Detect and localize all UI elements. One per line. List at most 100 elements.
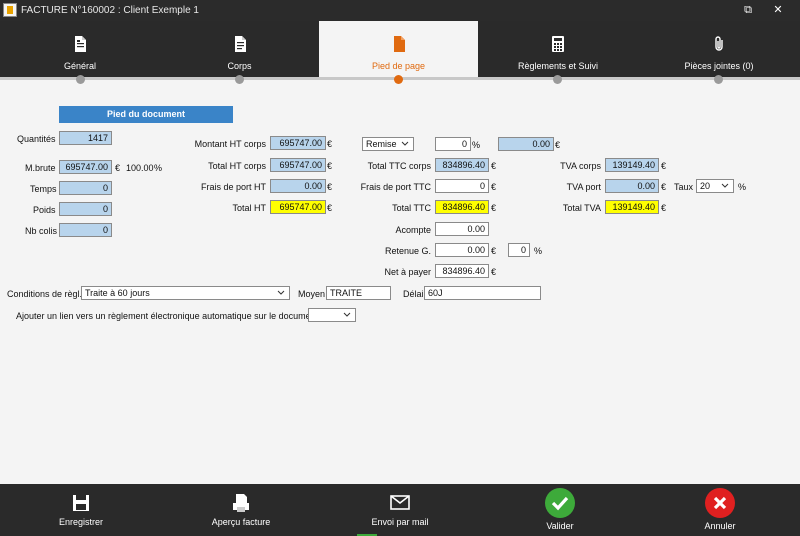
tab-pieces-jointes[interactable]: Pièces jointes (0) bbox=[638, 21, 800, 77]
main-content: Pied du document Quantités 1417 M.brute … bbox=[0, 87, 800, 484]
euro-unit: € bbox=[327, 203, 333, 213]
total-ttc-corps-label: Total TTC corps bbox=[367, 161, 431, 171]
tab-corps-label: Corps bbox=[227, 61, 252, 71]
frais-port-ht-label: Frais de port HT bbox=[200, 182, 266, 192]
apercu-label: Aperçu facture bbox=[211, 517, 271, 527]
total-ht-corps-field[interactable]: 695747.00 bbox=[270, 158, 326, 172]
lien-reglement-label: Ajouter un lien vers un règlement électr… bbox=[16, 311, 319, 321]
euro-unit: € bbox=[327, 182, 333, 192]
total-ttc-field[interactable]: 834896.40 bbox=[435, 200, 489, 214]
valider-label: Valider bbox=[546, 521, 574, 531]
delai-field[interactable]: 60J bbox=[424, 286, 541, 300]
frais-port-ht-field[interactable]: 0.00 bbox=[270, 179, 326, 193]
tab-pied-de-page-label: Pied de page bbox=[371, 61, 426, 71]
chevron-down-icon bbox=[277, 290, 285, 295]
taux-select-value: 20 bbox=[700, 181, 711, 191]
conditions-label: Conditions de règl. bbox=[7, 289, 83, 299]
document-filled-icon bbox=[393, 36, 405, 52]
tab-corps[interactable]: Corps bbox=[160, 21, 319, 77]
remise-select[interactable]: Remise bbox=[362, 137, 414, 151]
section-header: Pied du document bbox=[59, 106, 233, 123]
tab-reglements[interactable]: Règlements et Suivi bbox=[478, 21, 638, 77]
tab-bar: Général Corps Pied de page Règlements et… bbox=[0, 21, 800, 77]
euro-unit: € bbox=[491, 182, 497, 192]
nbcolis-field[interactable]: 0 bbox=[59, 223, 112, 237]
temps-field[interactable]: 0 bbox=[59, 181, 112, 195]
tab-reglements-label: Règlements et Suivi bbox=[517, 61, 599, 71]
retenue-field[interactable]: 0.00 bbox=[435, 243, 489, 257]
moyen-field[interactable]: TRAITE bbox=[326, 286, 391, 300]
euro-unit: € bbox=[555, 140, 561, 150]
temps-label: Temps bbox=[30, 184, 57, 194]
tva-port-field[interactable]: 0.00 bbox=[605, 179, 659, 193]
conditions-select[interactable]: Traite à 60 jours bbox=[81, 286, 290, 300]
montant-ht-corps-field[interactable]: 695747.00 bbox=[270, 136, 326, 150]
tva-port-label: TVA port bbox=[566, 182, 601, 192]
euro-unit: € bbox=[327, 161, 333, 171]
remise-percent-field[interactable]: 0 bbox=[435, 137, 471, 151]
delai-label: Délai bbox=[403, 289, 424, 299]
remise-select-value: Remise bbox=[366, 139, 397, 149]
total-ttc-corps-field[interactable]: 834896.40 bbox=[435, 158, 489, 172]
document-text-icon bbox=[234, 36, 246, 52]
euro-unit: € bbox=[491, 267, 497, 277]
percent-unit: % bbox=[472, 140, 481, 150]
retenue-label: Retenue G. bbox=[384, 246, 431, 256]
poids-field[interactable]: 0 bbox=[59, 202, 112, 216]
valider-button[interactable]: Valider bbox=[530, 484, 590, 536]
total-ht-label: Total HT bbox=[232, 203, 266, 213]
progress-dot bbox=[553, 75, 562, 84]
paperclip-icon bbox=[715, 36, 723, 51]
tab-general[interactable]: Général bbox=[0, 21, 160, 77]
tab-general-label: Général bbox=[63, 61, 97, 71]
quantites-field[interactable]: 1417 bbox=[59, 131, 112, 145]
euro-unit: € bbox=[661, 161, 667, 171]
annuler-button[interactable]: Annuler bbox=[690, 484, 750, 536]
net-a-payer-field[interactable]: 834896.40 bbox=[435, 264, 489, 278]
euro-unit: € bbox=[115, 163, 121, 173]
tab-pieces-jointes-label: Pièces jointes (0) bbox=[684, 61, 754, 71]
taux-label: Taux bbox=[674, 182, 694, 192]
document-lines-icon bbox=[75, 36, 86, 52]
mbrute-field[interactable]: 695747.00 bbox=[59, 160, 112, 174]
remise-amount-field[interactable]: 0.00 bbox=[498, 137, 554, 151]
montant-ht-corps-label: Montant HT corps bbox=[194, 139, 266, 149]
poids-label: Poids bbox=[33, 205, 56, 215]
tab-pied-de-page[interactable]: Pied de page bbox=[319, 21, 478, 77]
percent-unit: % bbox=[738, 182, 747, 192]
app-logo-icon bbox=[3, 3, 17, 17]
total-ht-field[interactable]: 695747.00 bbox=[270, 200, 326, 214]
close-button[interactable]: ✕ bbox=[765, 2, 791, 18]
cancel-x-icon bbox=[705, 488, 735, 518]
retenue-percent-field[interactable]: 0 bbox=[508, 243, 530, 257]
lien-reglement-select[interactable] bbox=[308, 308, 356, 322]
calculator-icon bbox=[552, 36, 564, 52]
tva-corps-field[interactable]: 139149.40 bbox=[605, 158, 659, 172]
euro-unit: € bbox=[327, 139, 333, 149]
acompte-label: Acompte bbox=[395, 225, 431, 235]
taux-select[interactable]: 20 bbox=[696, 179, 734, 193]
save-icon bbox=[73, 495, 89, 511]
percent-unit: % bbox=[534, 246, 543, 256]
window-title: FACTURE N°160002 : Client Exemple 1 bbox=[21, 5, 199, 16]
euro-unit: € bbox=[491, 246, 497, 256]
euro-unit: € bbox=[661, 203, 667, 213]
restore-button[interactable]: ⧉ bbox=[735, 2, 761, 18]
enregistrer-button[interactable]: Enregistrer bbox=[40, 484, 122, 536]
frais-port-ttc-field[interactable]: 0 bbox=[435, 179, 489, 193]
total-tva-label: Total TVA bbox=[562, 203, 601, 213]
checkmark-icon bbox=[545, 488, 575, 518]
total-tva-field[interactable]: 139149.40 bbox=[605, 200, 659, 214]
chevron-down-icon bbox=[343, 312, 351, 317]
progress-dot bbox=[76, 75, 85, 84]
acompte-field[interactable]: 0.00 bbox=[435, 222, 489, 236]
progress-dot-active bbox=[394, 75, 403, 84]
apercu-button[interactable]: Aperçu facture bbox=[196, 484, 286, 536]
quantites-label: Quantités bbox=[17, 134, 56, 144]
chevron-down-icon bbox=[401, 141, 409, 146]
percent-unit: % bbox=[154, 163, 163, 173]
frais-port-ttc-label: Frais de port TTC bbox=[360, 182, 431, 192]
chevron-down-icon bbox=[721, 183, 729, 188]
envoi-mail-button[interactable]: Envoi par mail bbox=[358, 484, 442, 536]
print-preview-icon bbox=[233, 494, 249, 512]
